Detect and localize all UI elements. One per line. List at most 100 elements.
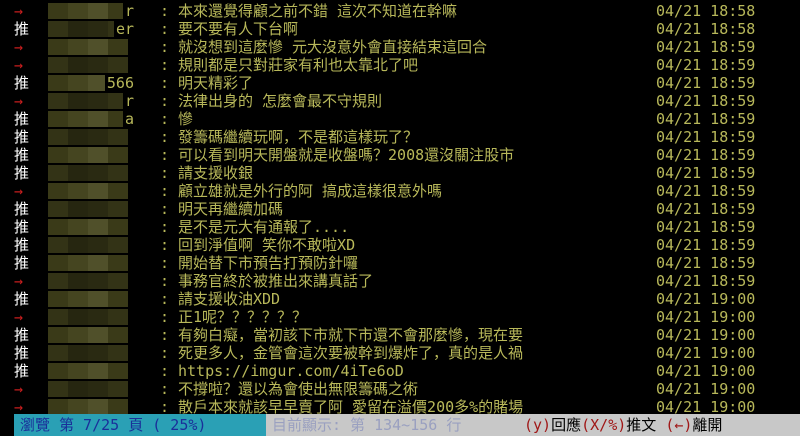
pixel-block (68, 291, 88, 307)
comment-text: 事務官終於被推出來講真話了 (178, 272, 374, 290)
user-id-pixelated (48, 254, 134, 272)
reply-label[interactable]: 回應 (551, 416, 581, 434)
pixel-block (68, 39, 88, 55)
comment-text: 明天精彩了 (178, 74, 254, 92)
arrow-tag: → (14, 380, 24, 398)
pixel-block (108, 291, 128, 307)
pixel-block (108, 255, 128, 271)
comment-timestamp: 04/21 18:59 (656, 146, 756, 164)
comment-timestamp: 04/21 18:59 (656, 74, 756, 92)
separator: : (160, 2, 170, 20)
pixel-block (48, 3, 68, 19)
separator: : (160, 218, 170, 236)
push-tag: 推 (14, 218, 30, 236)
leave-key[interactable]: (←) (665, 416, 692, 434)
user-id-pixelated: 566 (48, 74, 134, 92)
comment-text: 規則都是只對莊家有利也太靠北了吧 (178, 56, 419, 74)
separator: : (160, 290, 170, 308)
comment-row: 推: 開始替下市預告打預防針囉 04/21 18:59 (0, 254, 800, 272)
pixel-block (48, 219, 68, 235)
pixel-block (108, 327, 128, 343)
comment-text: 不撐啦？還以為會使出無限籌碼之術 (178, 380, 419, 398)
comment-row: →: 顧立雄就是外行的阿 搞成這樣很意外嗎 04/21 18:59 (0, 182, 800, 200)
pixel-block (88, 399, 108, 415)
pixel-block (88, 57, 108, 73)
push-tag: 推 (14, 20, 30, 38)
comment-timestamp: 04/21 19:00 (656, 326, 756, 344)
comment-timestamp: 04/21 18:59 (656, 164, 756, 182)
pixel-block (108, 57, 128, 73)
user-id-pixelated (48, 308, 134, 326)
pixel-block (88, 147, 108, 163)
pixel-block (48, 21, 68, 37)
comment-timestamp: 04/21 18:58 (656, 2, 756, 20)
comment-text: 有夠白癡，當初該下市就下市還不會那麼慘，現在要 (178, 326, 524, 344)
pixel-block (108, 39, 128, 55)
comment-text: 回到淨值啊 笑你不敢啦XD (178, 236, 356, 254)
pixel-block (88, 273, 108, 289)
comment-text: 可以看到明天開盤就是收盤嗎？2008還沒關注股市 (178, 146, 515, 164)
comment-row: 推: 死更多人，金管會這次要被幹到爆炸了，真的是人禍 04/21 19:00 (0, 344, 800, 362)
comment-timestamp: 04/21 19:00 (656, 344, 756, 362)
user-id-tail: a (122, 110, 134, 128)
pixel-block (108, 309, 128, 325)
pixel-block (48, 129, 68, 145)
pixel-block (48, 39, 68, 55)
comment-text: 要不要有人下台啊 (178, 20, 299, 38)
comment-timestamp: 04/21 18:59 (656, 218, 756, 236)
separator: : (160, 182, 170, 200)
separator: : (160, 236, 170, 254)
push-tag: 推 (14, 236, 30, 254)
pixel-block (68, 165, 88, 181)
comment-timestamp: 04/21 19:00 (656, 362, 756, 380)
comment-text: 明天再繼續加碼 (178, 200, 284, 218)
user-id-pixelated (48, 362, 134, 380)
pixel-block (48, 111, 68, 127)
pixel-block (48, 57, 68, 73)
arrow-tag: → (14, 38, 24, 56)
comment-timestamp: 04/21 18:58 (656, 20, 756, 38)
pixel-block (88, 129, 108, 145)
push-tag: 推 (14, 362, 30, 380)
pixel-block (108, 237, 128, 253)
pixel-block (108, 165, 128, 181)
arrow-tag: → (14, 92, 24, 110)
user-id-pixelated (48, 182, 134, 200)
comment-timestamp: 04/21 18:59 (656, 110, 756, 128)
pixel-block (48, 381, 68, 397)
push-label[interactable]: 推文 (626, 416, 656, 434)
comment-row: 推: 可以看到明天開盤就是收盤嗎？2008還沒關注股市 04/21 18:59 (0, 146, 800, 164)
separator: : (160, 110, 170, 128)
user-id-pixelated (48, 200, 134, 218)
comment-timestamp: 04/21 18:59 (656, 128, 756, 146)
user-id-tail: r (122, 92, 134, 110)
push-key[interactable]: (X/%) (581, 416, 626, 434)
pixel-block (108, 381, 128, 397)
terminal-screen: → r: 本來還覺得顧之前不錯 這次不知道在幹嘛 04/21 18:58 推 er: 要不要… (0, 0, 800, 436)
comment-timestamp: 04/21 18:59 (656, 56, 756, 74)
pixel-block (68, 129, 88, 145)
comment-row: →: 正1呢？？？？？？ 04/21 19:00 (0, 308, 800, 326)
comment-timestamp: 04/21 18:59 (656, 92, 756, 110)
comment-timestamp: 04/21 18:59 (656, 272, 756, 290)
comment-row: → r: 本來還覺得顧之前不錯 這次不知道在幹嘛 04/21 18:58 (0, 2, 800, 20)
pixel-block (68, 237, 88, 253)
comment-row: →: 規則都是只對莊家有利也太靠北了吧 04/21 18:59 (0, 56, 800, 74)
comment-row: →: 不撐啦？還以為會使出無限籌碼之術 04/21 19:00 (0, 380, 800, 398)
pixel-block (88, 309, 108, 325)
pixel-block (68, 21, 88, 37)
comment-row: 推 566: 明天精彩了 04/21 18:59 (0, 74, 800, 92)
pixel-block (68, 255, 88, 271)
pixel-block (68, 3, 88, 19)
user-id-pixelated (48, 38, 134, 56)
push-tag: 推 (14, 128, 30, 146)
pixel-block (108, 129, 128, 145)
pixel-block (88, 291, 108, 307)
reply-key[interactable]: (y) (524, 416, 551, 434)
pixel-block (68, 93, 88, 109)
comment-text: 正1呢？？？？？？ (178, 308, 308, 326)
pixel-block (48, 345, 68, 361)
pixel-block (88, 201, 108, 217)
pixel-block (108, 147, 128, 163)
leave-label[interactable]: 離開 (692, 416, 722, 434)
